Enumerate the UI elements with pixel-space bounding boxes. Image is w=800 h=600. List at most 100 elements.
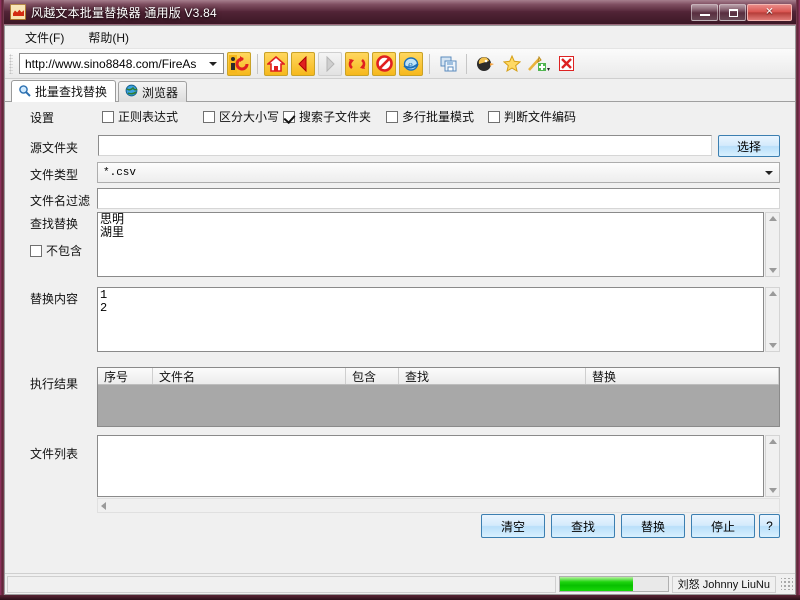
replace-button[interactable]: 替换 [621, 514, 685, 538]
column-find[interactable]: 查找 [399, 368, 586, 384]
close-red-x-icon[interactable] [554, 52, 578, 76]
tab-browser-label: 浏览器 [142, 84, 178, 101]
scroll-up-icon[interactable] [769, 216, 777, 221]
close-button[interactable]: ✕ [747, 4, 792, 21]
internet-explorer-icon[interactable]: e [399, 52, 423, 76]
find-text-scrollbar[interactable] [765, 212, 780, 277]
checkbox-case-sensitive-box[interactable] [203, 111, 215, 123]
app-logo-icon [10, 4, 26, 20]
column-replace[interactable]: 替换 [586, 368, 779, 384]
checkbox-case-sensitive-label: 区分大小写 [219, 108, 279, 125]
checkbox-exclude-box[interactable] [30, 245, 42, 257]
toolbar-separator-3 [466, 54, 467, 74]
tab-browser[interactable]: 浏览器 [118, 81, 187, 102]
tab-batch-replace-label: 批量查找替换 [35, 83, 107, 100]
checkbox-search-subfolders[interactable]: 搜索子文件夹 [283, 108, 371, 125]
application-window: 风越文本批量替换器 通用版 V3.84 ✕ 文件(F) 帮助(H) http:/… [0, 0, 800, 600]
resize-grip-icon[interactable] [781, 578, 793, 590]
find-button[interactable]: 查找 [551, 514, 615, 538]
client-area: 文件(F) 帮助(H) http://www.sino8848.com/Fire… [4, 25, 796, 595]
bird-icon[interactable] [473, 52, 497, 76]
scroll-left-icon[interactable] [101, 502, 106, 510]
window-title: 风越文本批量替换器 通用版 V3.84 [31, 4, 217, 21]
source-folder-label: 源文件夹 [30, 139, 78, 156]
stop-button[interactable]: 停止 [691, 514, 755, 538]
menu-help[interactable]: 帮助(H) [76, 26, 141, 49]
title-bar: 风越文本批量替换器 通用版 V3.84 ✕ [4, 0, 796, 25]
form-body: 设置 正则表达式 区分大小写 搜索子文件夹 多行批量模式 判断文件编码 [5, 102, 795, 573]
home-icon[interactable] [264, 52, 288, 76]
clear-button[interactable]: 清空 [481, 514, 545, 538]
choose-folder-button[interactable]: 选择 [718, 135, 780, 157]
file-name-filter-label: 文件名过滤 [30, 192, 90, 209]
progress-bar [559, 576, 669, 592]
file-list-hscrollbar[interactable] [97, 498, 780, 513]
stop-icon[interactable] [372, 52, 396, 76]
save-icon[interactable] [436, 52, 460, 76]
checkbox-multiline-mode-label: 多行批量模式 [402, 108, 474, 125]
find-text-area[interactable]: 思明 湖里 [97, 212, 764, 277]
toolbar: http://www.sino8848.com/FireAs [5, 49, 795, 79]
checkbox-exclude-label: 不包含 [46, 242, 82, 259]
file-name-filter-input[interactable] [97, 188, 780, 209]
replace-text-area[interactable]: 1 2 [97, 287, 764, 352]
star-favorites-icon[interactable] [500, 52, 524, 76]
chevron-down-icon[interactable] [765, 171, 773, 175]
checkbox-multiline-mode-box[interactable] [386, 111, 398, 123]
scroll-up-icon[interactable] [769, 439, 777, 444]
column-filename[interactable]: 文件名 [153, 368, 346, 384]
file-list-area[interactable] [97, 435, 764, 497]
chevron-down-icon[interactable] [209, 62, 217, 66]
user-refresh-icon[interactable] [227, 52, 251, 76]
maximize-button[interactable] [719, 4, 746, 21]
tab-batch-replace[interactable]: 批量查找替换 [11, 80, 116, 102]
forward-arrow-icon [318, 52, 342, 76]
url-combobox[interactable]: http://www.sino8848.com/FireAs [19, 53, 224, 74]
file-list-label: 文件列表 [30, 445, 78, 462]
magnifier-icon [18, 84, 31, 100]
file-type-combobox[interactable]: *.csv [97, 162, 780, 183]
file-list-scrollbar[interactable] [765, 435, 780, 497]
file-type-value: *.csv [103, 167, 136, 179]
toolbar-separator [257, 54, 258, 74]
checkbox-regex-box[interactable] [102, 111, 114, 123]
menu-file[interactable]: 文件(F) [13, 26, 76, 49]
author-credit: 刘怒 Johnny LiuNu [672, 576, 776, 593]
toolbar-grip[interactable] [9, 54, 13, 74]
progress-bar-fill [560, 577, 633, 591]
scroll-down-icon[interactable] [769, 343, 777, 348]
settings-label: 设置 [30, 109, 54, 126]
status-bar: 刘怒 Johnny LiuNu [5, 573, 795, 594]
checkbox-regex[interactable]: 正则表达式 [102, 108, 178, 125]
url-input[interactable]: http://www.sino8848.com/FireAs [25, 57, 205, 71]
replace-text-scrollbar[interactable] [765, 287, 780, 352]
menu-bar: 文件(F) 帮助(H) [5, 26, 795, 49]
globe-icon [125, 84, 138, 100]
checkbox-exclude[interactable]: 不包含 [30, 242, 82, 259]
replace-content-label: 替换内容 [30, 290, 78, 307]
scroll-up-icon[interactable] [769, 291, 777, 296]
column-index[interactable]: 序号 [98, 368, 153, 384]
checkbox-detect-encoding[interactable]: 判断文件编码 [488, 108, 576, 125]
result-table-header: 序号 文件名 包含 查找 替换 [98, 368, 779, 385]
checkbox-case-sensitive[interactable]: 区分大小写 [203, 108, 279, 125]
help-button[interactable]: ? [759, 514, 780, 538]
scroll-down-icon[interactable] [769, 268, 777, 273]
window-frame-right [796, 0, 800, 600]
scroll-down-icon[interactable] [769, 488, 777, 493]
status-message [7, 576, 556, 593]
result-label: 执行结果 [30, 375, 78, 392]
result-table[interactable]: 序号 文件名 包含 查找 替换 [97, 367, 780, 427]
window-controls: ✕ [691, 4, 796, 21]
toolbar-separator-2 [429, 54, 430, 74]
svg-text:e: e [408, 59, 413, 71]
checkbox-search-subfolders-box[interactable] [283, 111, 295, 123]
source-folder-input[interactable] [98, 135, 712, 156]
magic-wand-add-icon[interactable] [527, 52, 551, 76]
column-contains[interactable]: 包含 [346, 368, 399, 384]
minimize-button[interactable] [691, 4, 718, 21]
refresh-icon[interactable] [345, 52, 369, 76]
checkbox-multiline-mode[interactable]: 多行批量模式 [386, 108, 474, 125]
checkbox-detect-encoding-box[interactable] [488, 111, 500, 123]
back-arrow-icon[interactable] [291, 52, 315, 76]
